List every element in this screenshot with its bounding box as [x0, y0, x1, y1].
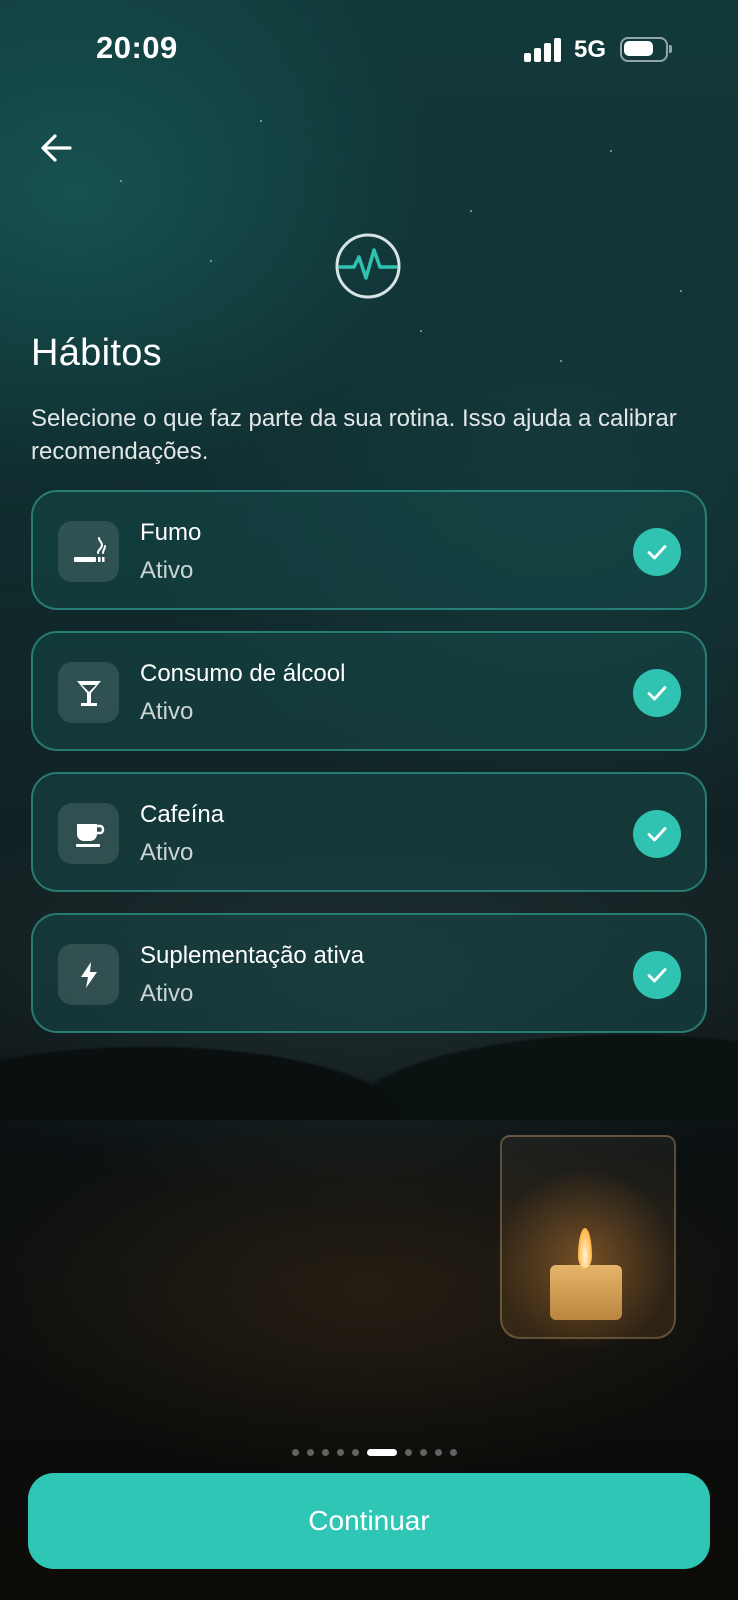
- habit-card-supplements[interactable]: Suplementação ativa Ativo: [31, 913, 707, 1033]
- page-dot: [322, 1448, 329, 1456]
- habit-status: Ativo: [140, 980, 194, 1007]
- selected-check[interactable]: [633, 951, 681, 999]
- selected-check[interactable]: [633, 669, 681, 717]
- page-dot: [435, 1448, 442, 1456]
- continue-button[interactable]: Continuar: [28, 1473, 710, 1569]
- page-indicator: [292, 1448, 457, 1456]
- heartbeat-pulse-icon: [335, 233, 401, 299]
- page-title: Hábitos: [31, 332, 162, 374]
- coffee-cup-icon: [75, 823, 104, 847]
- habit-name: Consumo de álcool: [140, 660, 346, 687]
- page-dot: [450, 1448, 457, 1456]
- habit-card-alcohol[interactable]: Consumo de álcool Ativo: [31, 631, 707, 751]
- habit-card-smoking[interactable]: Fumo Ativo: [31, 490, 707, 610]
- page-dot: [405, 1448, 412, 1456]
- checkmark-icon: [647, 545, 667, 560]
- back-button[interactable]: [36, 128, 76, 168]
- habit-status: Ativo: [140, 839, 194, 866]
- habit-list: Fumo Ativo Consumo de álcool Ativo Cafeí…: [31, 490, 707, 1054]
- habit-name: Cafeína: [140, 801, 225, 828]
- battery-icon: [620, 37, 672, 62]
- habit-icon-container: [58, 803, 119, 864]
- selected-check[interactable]: [633, 528, 681, 576]
- checkmark-icon: [647, 686, 667, 701]
- habit-icon-container: [58, 662, 119, 723]
- lightning-bolt-icon: [80, 961, 97, 988]
- app-logo: [334, 232, 402, 300]
- selected-check[interactable]: [633, 810, 681, 858]
- page-dot: [352, 1448, 359, 1456]
- habit-icon-container: [58, 944, 119, 1005]
- page-dot: [420, 1448, 427, 1456]
- signal-icon: [524, 38, 562, 62]
- habit-status: Ativo: [140, 557, 194, 584]
- status-bar: 20:09 5G: [0, 0, 738, 100]
- page-dot: [307, 1448, 314, 1456]
- arrow-left-icon: [41, 134, 72, 162]
- habit-icon-container: [58, 521, 119, 582]
- habit-status: Ativo: [140, 698, 194, 725]
- status-time: 20:09: [96, 30, 178, 65]
- page-dot-active: [367, 1448, 397, 1456]
- checkmark-icon: [647, 968, 667, 983]
- habit-name: Fumo: [140, 519, 202, 546]
- page-subtitle: Selecione o que faz parte da sua rotina.…: [31, 405, 677, 465]
- cocktail-glass-icon: [76, 680, 101, 706]
- checkmark-icon: [647, 827, 667, 842]
- page-dot: [337, 1448, 344, 1456]
- network-type: 5G: [574, 36, 607, 63]
- page-dot: [292, 1448, 299, 1456]
- candle: [550, 1265, 622, 1320]
- habit-card-caffeine[interactable]: Cafeína Ativo: [31, 772, 707, 892]
- habit-name: Suplementação ativa: [140, 942, 365, 969]
- smoking-icon: [73, 536, 106, 562]
